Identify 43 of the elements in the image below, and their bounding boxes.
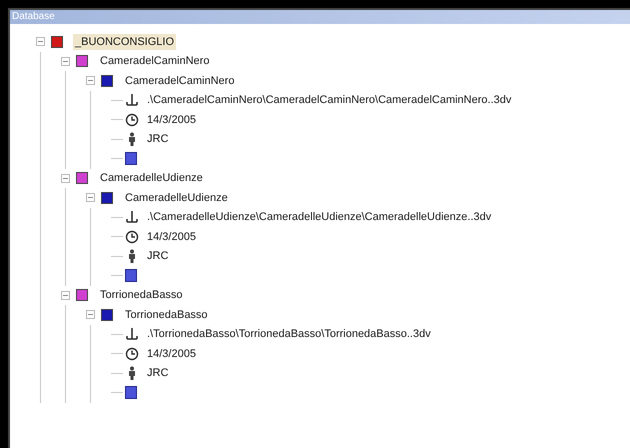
node-icon (76, 55, 88, 68)
anchor-icon (125, 327, 139, 342)
tree-item[interactable]: CameradelleUdienze (123, 190, 230, 206)
tree-item[interactable]: .\CameradelleUdienze\CameradelleUdienze\CameradelleUdienze..3dv (147, 209, 492, 226)
clock-icon (125, 230, 139, 244)
node-icon (76, 172, 88, 184)
tree-item[interactable]: CameradelleUdienze (98, 170, 205, 186)
tree-item[interactable]: 14/3/2005 (147, 112, 196, 128)
clock-icon (125, 112, 139, 127)
node-icon (51, 36, 63, 48)
collapse-toggle[interactable] (86, 76, 95, 86)
image-icon (125, 386, 137, 400)
tree-item[interactable]: CameradelCaminNero (98, 53, 212, 70)
tree-item[interactable]: TorrionedaBasso (123, 306, 210, 323)
node-icon (76, 289, 88, 302)
image-icon (125, 269, 137, 282)
anchor-icon (125, 210, 139, 224)
tree-item[interactable]: 14/3/2005 (147, 228, 196, 245)
collapse-toggle[interactable] (86, 310, 95, 320)
tree-item[interactable]: JRC (147, 131, 168, 148)
collapse-toggle[interactable] (36, 37, 45, 46)
node-icon (101, 192, 113, 204)
tree-item[interactable]: 14/3/2005 (147, 346, 196, 362)
collapse-toggle[interactable] (61, 56, 70, 66)
tree-item[interactable]: TorrionedaBasso (98, 287, 185, 304)
tree-item[interactable]: CameradelCaminNero (123, 72, 236, 89)
tree-item[interactable]: JRC (147, 365, 168, 382)
panel-title: Database (10, 10, 630, 24)
tree-item[interactable]: .\CameradelCaminNero\CameradelCaminNero\CameradelCaminNero..3dv (147, 92, 512, 108)
person-icon (127, 249, 137, 264)
collapse-toggle[interactable] (61, 290, 70, 300)
person-icon (127, 366, 137, 380)
node-icon (101, 308, 113, 321)
collapse-toggle[interactable] (86, 193, 95, 202)
tree-item[interactable]: JRC (147, 248, 168, 264)
anchor-icon (125, 93, 139, 108)
person-icon (127, 132, 137, 146)
node-icon (101, 74, 113, 87)
tree-item[interactable]: .\TorrionedaBasso\TorrionedaBasso\TorrionedaBasso..3dv (147, 326, 431, 342)
clock-icon (125, 346, 139, 361)
collapse-toggle[interactable] (61, 174, 70, 183)
image-icon (125, 152, 137, 166)
tree-item[interactable]: _BUONCONSIGLIO (73, 34, 176, 50)
